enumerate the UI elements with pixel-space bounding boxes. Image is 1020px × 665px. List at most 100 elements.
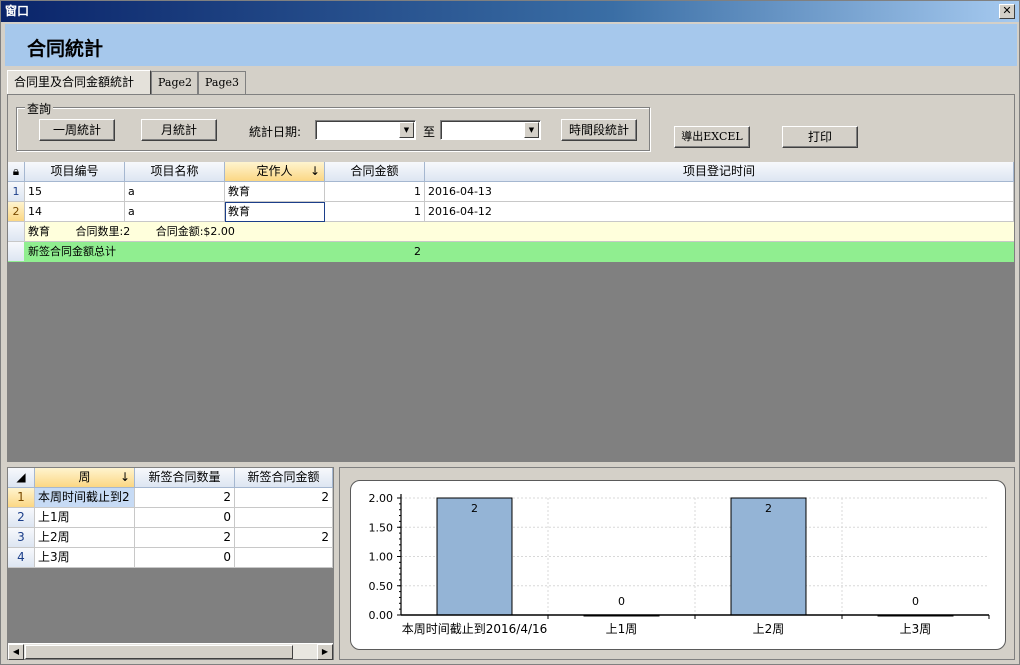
grid-corner-icon: ◢ [8,468,35,488]
col-header-amount[interactable]: 合同金额 [325,162,425,182]
tab-panel: 查詢 一周統計 月統計 統計日期: ▼ 至 ▼ 時間段統計 導出EXCEL 打印… [7,94,1015,462]
cell-week[interactable]: 上1周 [35,508,135,528]
scroll-left-icon[interactable]: ◀ [8,644,24,660]
group-amount: 合同金额:$2.00 [155,225,235,238]
query-legend: 查詢 [25,100,54,117]
sort-arrow-icon: ↓ [119,470,130,484]
y-tick-label: 1.50 [369,521,394,534]
total-value: 2 [325,242,425,262]
row-number[interactable]: 3 [8,528,35,548]
table-row[interactable]: 4 上3周 0 [8,548,333,568]
cell-id[interactable]: 14 [25,202,125,222]
bar [730,497,807,616]
cell-week[interactable]: 上2周 [35,528,135,548]
to-label: 至 [423,125,436,139]
weekly-grid: ◢ 周 ↓ 新签合同数量 新签合同金额 1 本周时间截止到2 2 2 2 上1周… [7,467,334,660]
x-tick-label: 上1周 [606,622,638,636]
total-label: 新签合同金额总计 [25,242,325,262]
export-excel-button[interactable]: 導出EXCEL [674,126,750,148]
y-tick-label: 0.00 [369,609,394,622]
col-header-name[interactable]: 项目名称 [125,162,225,182]
row-number[interactable]: 1 [8,182,25,202]
window-title: 窗口 [5,4,30,18]
col-header-date[interactable]: 项目登记时间 [425,162,1014,182]
table-row[interactable]: 2 上1周 0 [8,508,333,528]
col-header-count[interactable]: 新签合同数量 [135,468,235,488]
x-tick-label: 上3周 [900,622,932,636]
row-number[interactable]: 1 [8,488,35,508]
bar [436,497,513,616]
table-row[interactable]: 1 15 a 教育 1 2016-04-13 [8,182,1014,202]
row-number[interactable] [8,222,25,242]
group-summary-cell: 教育 合同数里:2 合同金额:$2.00 [25,222,1014,242]
cell-id[interactable]: 15 [25,182,125,202]
cell-count[interactable]: 0 [135,548,235,568]
cell-date[interactable]: 2016-04-12 [425,202,1014,222]
chevron-down-icon[interactable]: ▼ [399,122,414,138]
bar-data-label: 0 [912,595,919,608]
date-label: 統計日期: [249,125,302,139]
x-tick-label: 上2周 [753,622,785,636]
chart-card: 0.00 0.50 1.00 1.50 2.00 2 本周时间截止到2016/4/16 0 上1… [350,480,1006,650]
page-title: 合同統計 [27,38,104,60]
cell-name[interactable]: a [125,182,225,202]
scroll-thumb[interactable] [25,645,293,659]
chart-panel: 0.00 0.50 1.00 1.50 2.00 2 本周时间截止到2016/4/16 0 上1… [339,467,1015,660]
tab-page2[interactable]: Page2 [151,71,198,94]
tab-page3[interactable]: Page3 [198,71,246,94]
app-window: 窗口 ✕ 合同統計 合同里及合同金額統計 Page2 Page3 查詢 一周統計… [0,0,1020,665]
total-row[interactable]: 新签合同金额总计 2 [8,242,1014,262]
cell-name[interactable]: a [125,202,225,222]
group-person: 教育 [28,225,50,238]
cell-amount[interactable]: 1 [325,202,425,222]
print-button[interactable]: 打印 [782,126,858,148]
query-group: 查詢 一周統計 月統計 統計日期: ▼ 至 ▼ 時間段統計 [16,100,650,151]
bar-data-label: 0 [618,595,625,608]
col-header-id[interactable]: 项目编号 [25,162,125,182]
cell-person[interactable]: 教育 [225,182,325,202]
cell-count[interactable]: 2 [135,488,235,508]
cell-week[interactable]: 上3周 [35,548,135,568]
title-bar: 窗口 ✕ [1,1,1019,22]
table-row[interactable]: 2 14 a 教育 1 2016-04-12 [8,202,1014,222]
col-header-person-label: 定作人 [256,164,293,178]
date-from-combo[interactable]: ▼ [315,120,416,140]
weekly-bar-chart: 0.00 0.50 1.00 1.50 2.00 2 本周时间截止到2016/4/16 0 上1… [369,492,990,636]
month-stats-button[interactable]: 月統計 [141,119,217,141]
week-stats-button[interactable]: 一周統計 [39,119,115,141]
col-header-person[interactable]: 定作人 ↓ [225,162,325,182]
cell-count[interactable]: 2 [135,528,235,548]
scroll-right-icon[interactable]: ▶ [317,644,333,660]
row-number[interactable]: 2 [8,508,35,528]
col-header-week-amount[interactable]: 新签合同金额 [235,468,333,488]
cell-week[interactable]: 本周时间截止到2 [35,488,135,508]
row-number[interactable] [8,242,25,262]
cell-week-amount[interactable]: 2 [235,528,333,548]
table-row[interactable]: 1 本周时间截止到2 2 2 [8,488,333,508]
horizontal-scrollbar[interactable]: ◀ ▶ [8,643,333,660]
group-summary-row[interactable]: 教育 合同数里:2 合同金额:$2.00 [8,222,1014,242]
sort-arrow-icon: ↓ [309,164,320,178]
table-row[interactable]: 3 上2周 2 2 [8,528,333,548]
row-number[interactable]: 4 [8,548,35,568]
grid-header-row: 🔒︎ 项目编号 项目名称 定作人 ↓ 合同金额 项目登记时间 [8,162,1014,182]
period-stats-button[interactable]: 時間段統計 [561,119,637,141]
tab-contract-stats[interactable]: 合同里及合同金額統計 [7,70,151,95]
cell-week-amount[interactable]: 2 [235,488,333,508]
cell-date[interactable]: 2016-04-13 [425,182,1014,202]
cell-count[interactable]: 0 [135,508,235,528]
cell-amount[interactable]: 1 [325,182,425,202]
row-number[interactable]: 2 [8,202,25,222]
date-to-combo[interactable]: ▼ [440,120,541,140]
cell-week-amount[interactable] [235,508,333,528]
cell-person-focused[interactable]: 教育 [225,202,325,222]
col-header-week-label: 周 [78,470,91,484]
close-button[interactable]: ✕ [999,4,1015,19]
lock-icon: 🔒︎ [8,162,25,182]
contract-grid: 🔒︎ 项目编号 项目名称 定作人 ↓ 合同金额 项目登记时间 1 15 a 教育… [8,162,1014,462]
col-header-week[interactable]: 周 ↓ [35,468,135,488]
total-filler [425,242,1014,262]
cell-week-amount[interactable] [235,548,333,568]
bar-data-label: 2 [765,502,772,515]
chevron-down-icon[interactable]: ▼ [524,122,539,138]
